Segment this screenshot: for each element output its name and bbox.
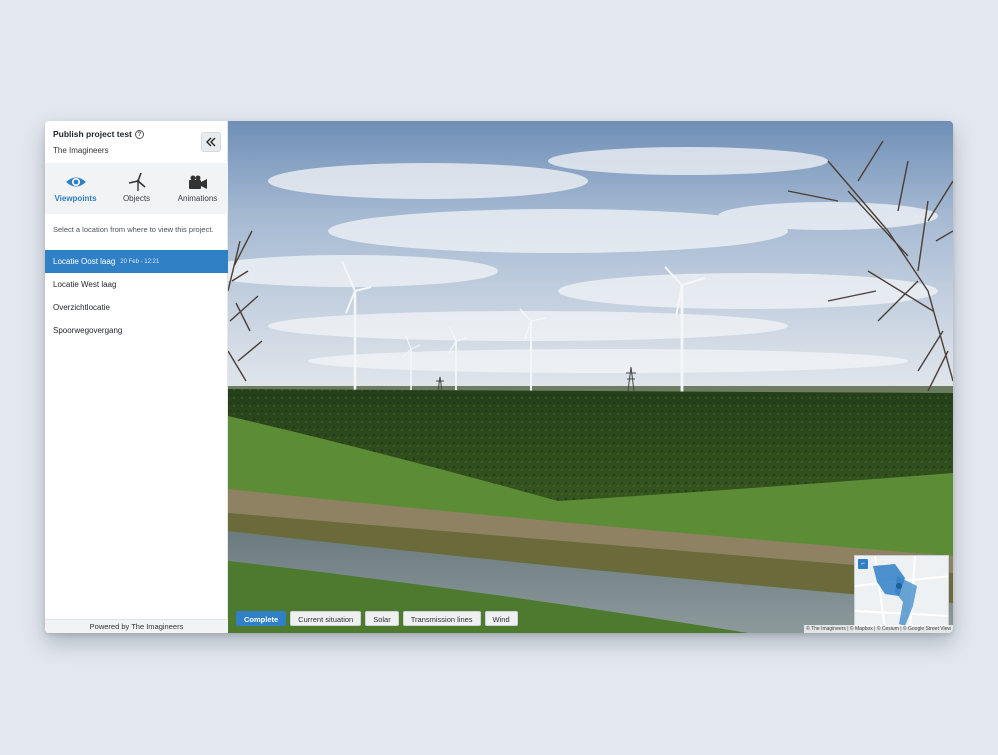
layer-button-transmission-lines[interactable]: Transmission lines <box>402 611 481 626</box>
layer-button-current-situation[interactable]: Current situation <box>290 611 362 626</box>
video-camera-icon <box>188 175 207 189</box>
viewpoint-label: Overzichtlocatie <box>53 303 110 312</box>
viewpoint-item[interactable]: Spoorwegovergang <box>45 319 228 342</box>
minimap-map <box>855 556 948 626</box>
minimap[interactable]: ⌐ <box>854 555 949 627</box>
help-icon[interactable]: ? <box>134 129 144 139</box>
layer-button-wind[interactable]: Wind <box>484 611 518 626</box>
tab-objects[interactable]: Objects <box>106 163 167 214</box>
sidebar-tabs: Viewpoints Objects Animations <box>45 163 228 214</box>
viewpoint-list: Locatie Oost laag 20 Feb - 12:21 Locatie… <box>45 250 228 342</box>
sidebar: Publish project test ? The Imagineers Vi… <box>45 121 228 633</box>
project-header: Publish project test ? The Imagineers <box>45 121 227 163</box>
viewpoint-item[interactable]: Overzichtlocatie <box>45 296 228 319</box>
tab-viewpoints[interactable]: Viewpoints <box>45 163 106 214</box>
tab-objects-label: Objects <box>122 194 151 203</box>
tab-animations[interactable]: Animations <box>167 163 228 214</box>
map-attribution: © The Imagineers | © Mapbox | © Cesium |… <box>804 625 953 633</box>
layer-button-solar[interactable]: Solar <box>365 611 399 626</box>
collapse-sidebar-button[interactable] <box>201 132 221 152</box>
eye-icon <box>65 177 86 187</box>
page-background: Publish project test ? The Imagineers Vi… <box>0 0 998 755</box>
powered-by-footer: Powered by The Imagineers <box>45 619 228 633</box>
viewpoint-label: Locatie Oost laag <box>53 257 116 266</box>
landscape-scene <box>228 121 953 633</box>
layer-button-complete[interactable]: Complete <box>236 611 287 626</box>
tab-viewpoints-label: Viewpoints <box>54 194 97 203</box>
map-pin-icon: ⌐ <box>858 559 868 569</box>
viewpoint-label: Locatie West laag <box>53 280 117 289</box>
viewpoint-item[interactable]: Locatie Oost laag 20 Feb - 12:21 <box>45 250 228 273</box>
viewpoint-timestamp: 20 Feb - 12:21 <box>120 258 160 265</box>
wind-turbine-icon <box>128 172 146 191</box>
app-window: Publish project test ? The Imagineers Vi… <box>45 121 953 633</box>
tab-animations-label: Animations <box>177 194 218 203</box>
viewpoints-description: Select a location from where to view thi… <box>53 225 214 234</box>
viewpoint-item[interactable]: Locatie West laag <box>45 273 228 296</box>
viewport-3d[interactable]: Complete Current situation Solar Transmi… <box>228 121 953 633</box>
layer-toggle-bar: Complete Current situation Solar Transmi… <box>236 611 518 626</box>
viewpoint-label: Spoorwegovergang <box>53 326 123 335</box>
double-chevron-left-icon <box>206 137 216 147</box>
project-title: Publish project test <box>53 129 132 139</box>
